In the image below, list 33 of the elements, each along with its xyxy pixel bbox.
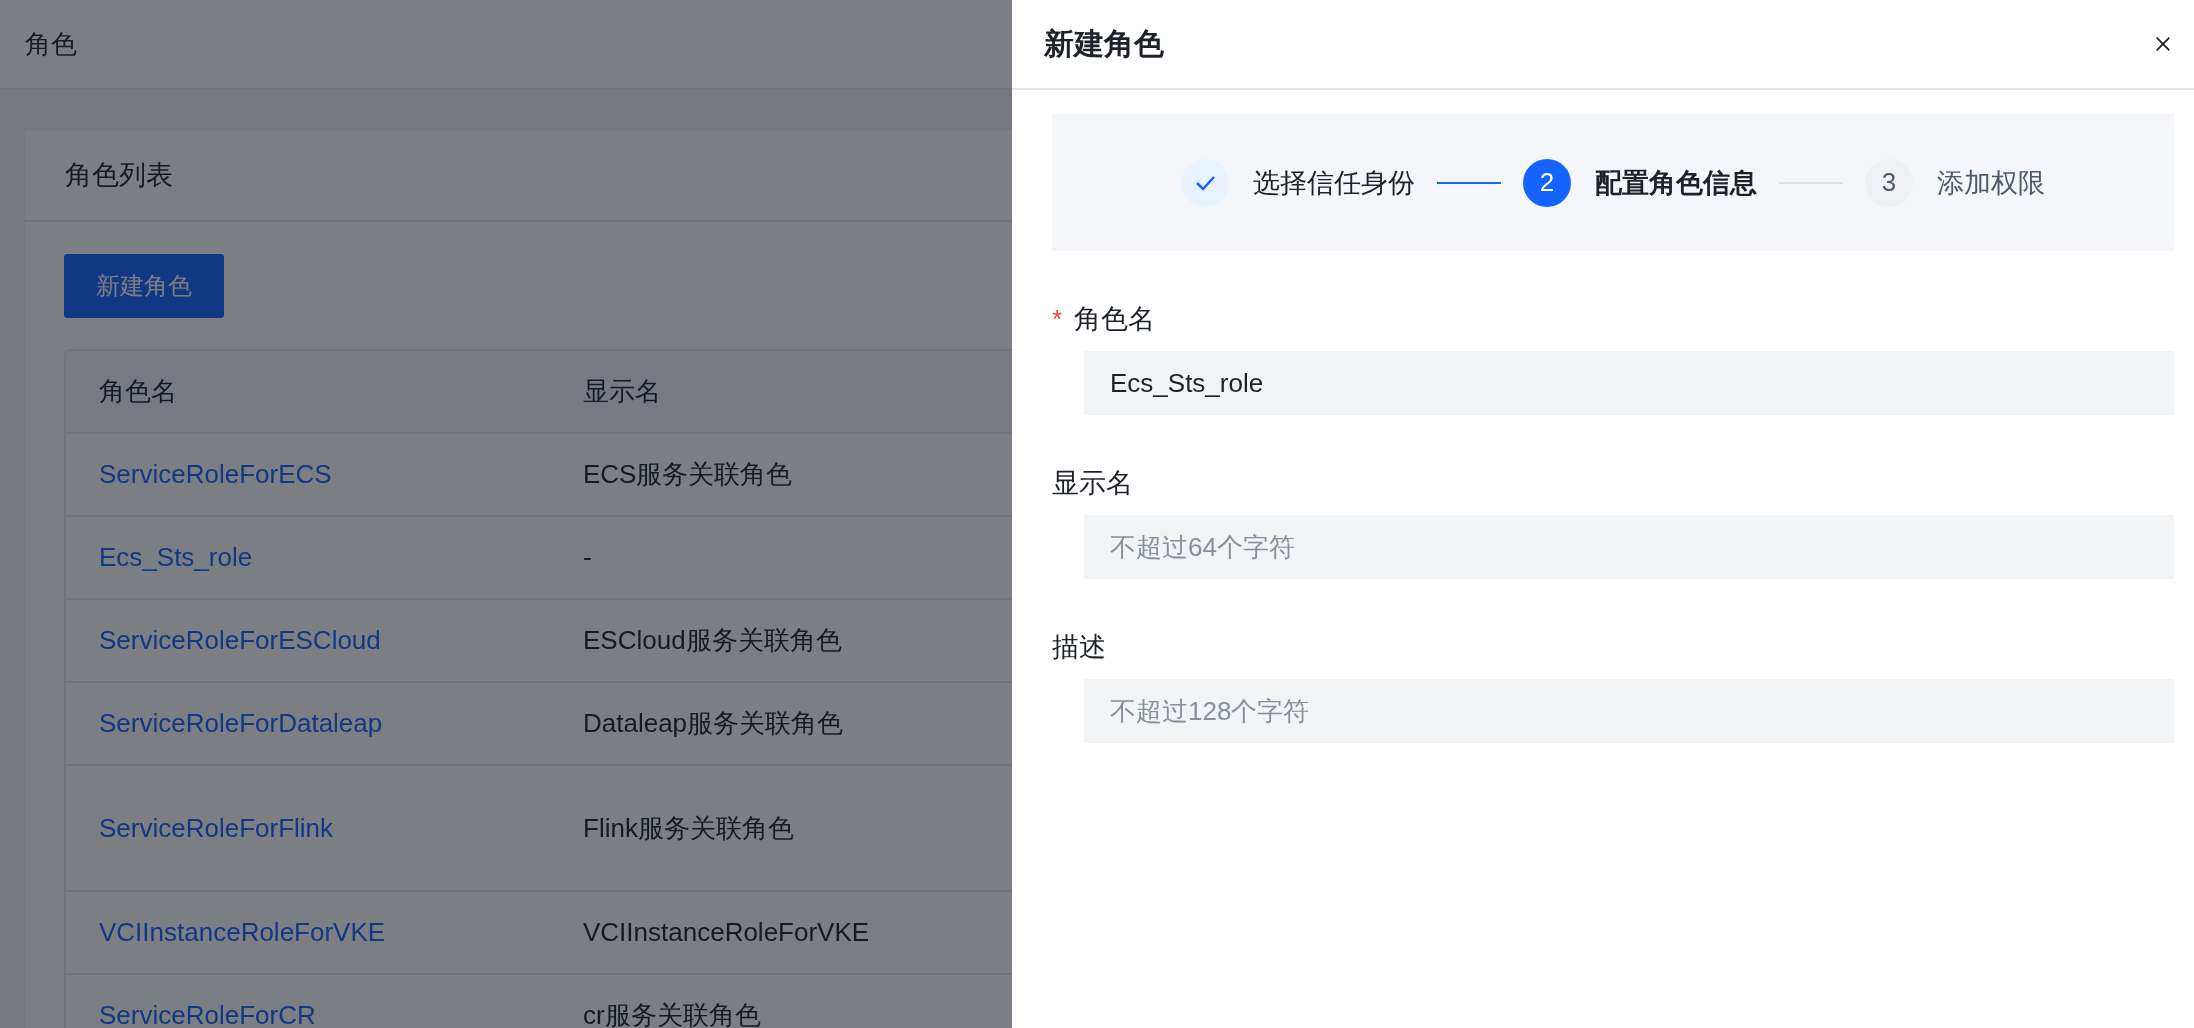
input-field[interactable]: 不超过64个字符 (1084, 515, 2174, 579)
table-cell-text: ESCloud服务关联角色 (583, 624, 842, 657)
card-title: 角色列表 (65, 159, 173, 192)
role-name-link[interactable]: ServiceRoleForFlink (99, 812, 334, 843)
input-field[interactable]: 不超过128个字符 (1084, 679, 2174, 743)
input-field[interactable]: Ecs_Sts_role (1084, 351, 2174, 415)
close-icon[interactable] (2154, 35, 2172, 53)
field-label: 显示名 (1052, 467, 1133, 500)
step-label: 选择信任身份 (1253, 166, 1415, 200)
drawer-title: 新建角色 (1044, 25, 1164, 62)
step-number: 3 (1865, 158, 1913, 207)
create-role-button[interactable]: 新建角色 (64, 254, 224, 318)
column-header: 角色名 (98, 375, 178, 408)
table-cell-text: Dataleap服务关联角色 (583, 707, 844, 740)
table-cell-text: cr服务关联角色 (583, 999, 761, 1028)
column-header: 显示名 (583, 375, 661, 408)
required-mark: * (1052, 303, 1063, 335)
table-cell: VCIInstanceRoleForVKE (583, 917, 870, 948)
role-name-link[interactable]: ServiceRoleForESCloud (99, 625, 381, 655)
step-number: 2 (1523, 158, 1571, 207)
table-cell-text: Flink服务关联角色 (583, 811, 794, 845)
role-name-link[interactable]: ServiceRoleForDataleap (99, 708, 383, 738)
table-cell-text: ECS服务关联角色 (583, 458, 793, 491)
step-label: 添加权限 (1937, 166, 2045, 200)
field-label: 角色名 (1074, 303, 1156, 336)
field-label: 描述 (1052, 631, 1106, 664)
role-name-link[interactable]: ServiceRoleForCR (99, 1000, 316, 1028)
table-cell: - (583, 542, 592, 573)
step-label: 配置角色信息 (1595, 166, 1757, 200)
role-name-link[interactable]: ServiceRoleForECS (99, 459, 332, 489)
role-name-link[interactable]: VCIInstanceRoleForVKE (99, 917, 386, 947)
page-title: 角色 (25, 27, 77, 61)
role-name-link[interactable]: Ecs_Sts_role (99, 542, 253, 572)
